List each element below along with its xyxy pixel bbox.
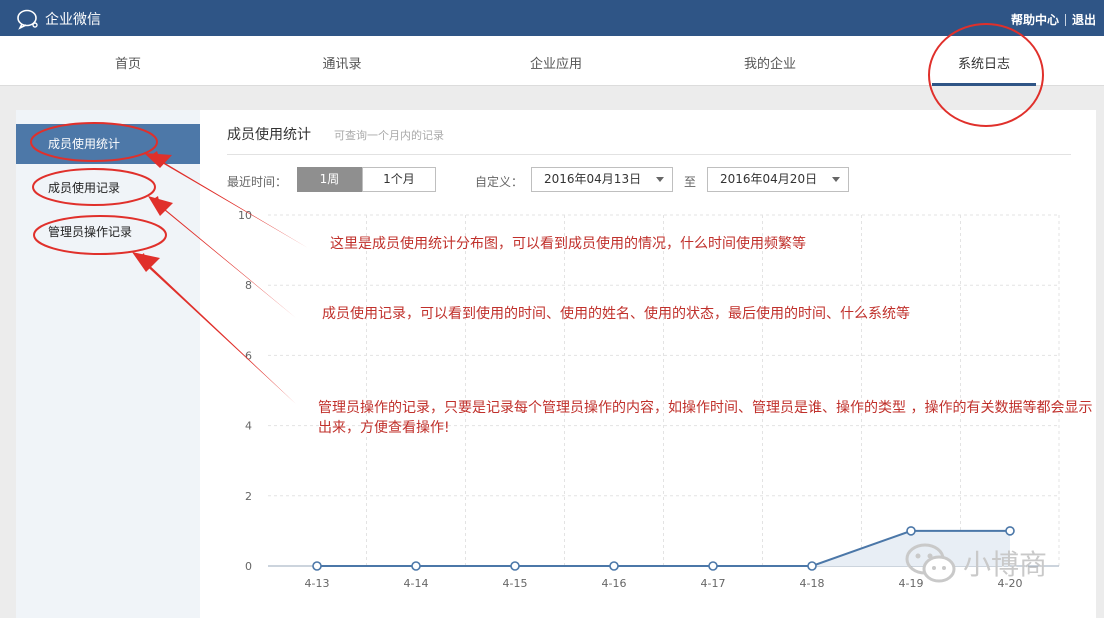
- logo-text: 企业微信: [45, 12, 101, 28]
- help-center-link[interactable]: 帮助中心: [1011, 11, 1059, 28]
- date-to-select[interactable]: 2016年04月20日: [707, 167, 849, 192]
- logout-link[interactable]: 退出: [1072, 11, 1096, 28]
- sidebar-item-member-records[interactable]: 成员使用记录: [16, 168, 200, 208]
- top-bar: 企业微信 帮助中心 退出: [0, 0, 1104, 36]
- main-nav: 首页 通讯录 企业应用 我的企业 系统日志: [0, 36, 1104, 86]
- date-from-select[interactable]: 2016年04月13日: [531, 167, 673, 192]
- nav-item-home[interactable]: 首页: [98, 53, 158, 72]
- range-month-button[interactable]: 1个月: [362, 167, 436, 192]
- annotation-admin: 管理员操作的记录，只要是记录每个管理员操作的内容，如操作时间、管理员是谁、操作的…: [318, 400, 1093, 436]
- annotation-records: 成员使用记录，可以看到使用的时间、使用的姓名、使用的状态，最后使用的时间、什么系…: [322, 306, 910, 322]
- sidebar: 成员使用统计 成员使用记录 管理员操作记录: [16, 110, 200, 618]
- range-week-button[interactable]: 1周: [297, 167, 362, 192]
- custom-range-label: 自定义：: [475, 175, 524, 189]
- annotation-stats: 这里是成员使用统计分布图，可以看到成员使用的情况，什么时间使用频繁等: [330, 236, 806, 252]
- to-label: 至: [684, 175, 697, 189]
- watermark-text: 小博商: [963, 548, 1048, 581]
- watermark: 小博商: [903, 541, 1047, 585]
- top-links: 帮助中心 退出: [1011, 11, 1096, 28]
- link-divider: [1064, 13, 1066, 26]
- page-subtitle: 可查询一个月内的记录: [334, 129, 444, 142]
- sidebar-item-member-stats[interactable]: 成员使用统计: [16, 124, 200, 164]
- date-from-value: 2016年04月13日: [544, 172, 642, 186]
- nav-item-contacts[interactable]: 通讯录: [306, 53, 378, 72]
- chevron-down-icon: [656, 177, 664, 182]
- page-title: 成员使用统计: [227, 127, 311, 143]
- recent-time-label: 最近时间：: [227, 175, 288, 189]
- nav-item-system-log[interactable]: 系统日志: [944, 53, 1024, 72]
- chat-bubble-icon: [17, 9, 38, 30]
- date-to-value: 2016年04月20日: [720, 172, 818, 186]
- chevron-down-icon: [832, 177, 840, 182]
- nav-item-my-company[interactable]: 我的企业: [730, 53, 810, 72]
- sidebar-item-admin-records[interactable]: 管理员操作记录: [16, 212, 200, 252]
- wechat-logo-icon: [905, 543, 956, 583]
- nav-active-indicator: [932, 83, 1036, 86]
- logo[interactable]: 企业微信: [16, 8, 101, 30]
- nav-item-apps[interactable]: 企业应用: [516, 53, 596, 72]
- title-divider: [227, 154, 1071, 155]
